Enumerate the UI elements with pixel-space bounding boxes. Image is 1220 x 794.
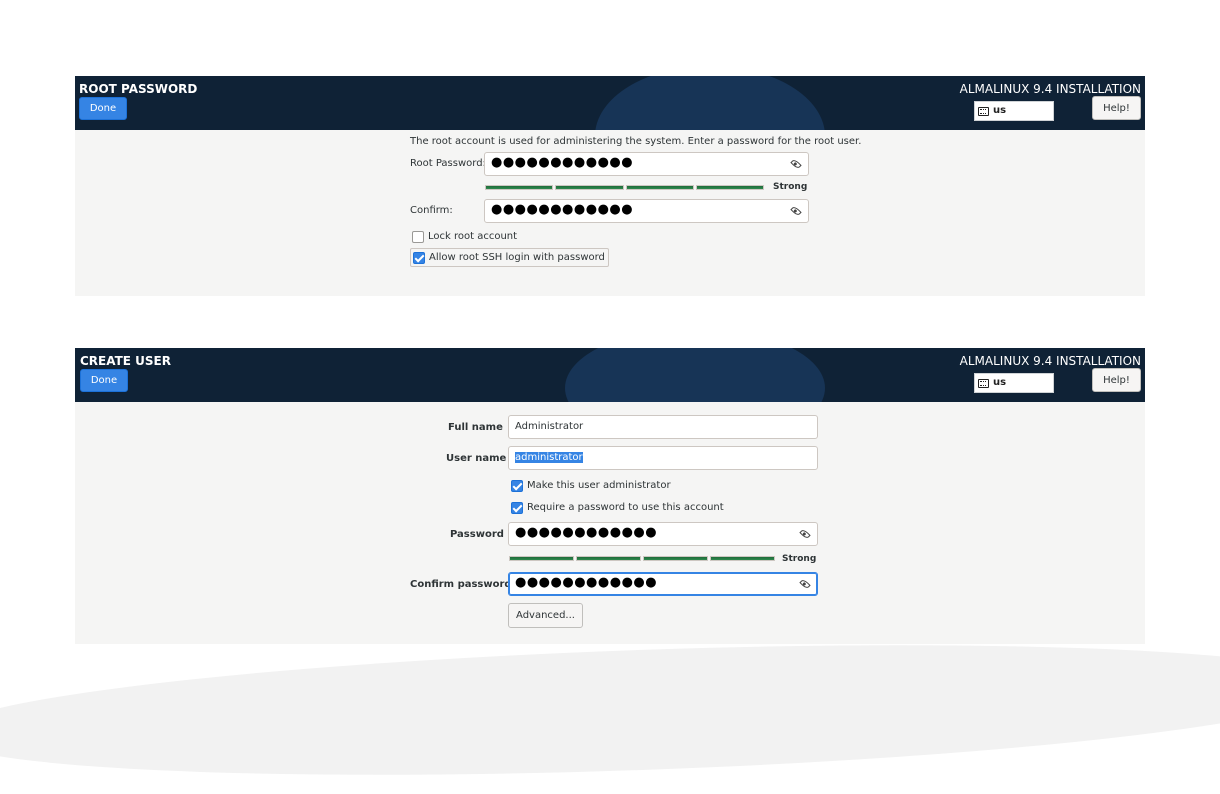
password-value: ●●●●●●●●●●●●: [515, 525, 658, 540]
done-button[interactable]: Done: [80, 369, 128, 392]
root-password-header: ROOT PASSWORD Done ALMALINUX 9.4 INSTALL…: [75, 76, 1145, 130]
header-decoration: [565, 348, 825, 402]
allow-ssh-checkbox[interactable]: Allow root SSH login with password: [410, 248, 609, 267]
lock-root-checkbox[interactable]: Lock root account: [412, 228, 517, 245]
keyboard-layout-indicator[interactable]: us: [974, 373, 1054, 393]
keyboard-icon: [978, 107, 989, 116]
root-password-label: Root Password:: [410, 158, 486, 169]
installation-title: ALMALINUX 9.4 INSTALLATION: [959, 354, 1141, 368]
require-password-label: Require a password to use this account: [527, 502, 724, 513]
checkbox-checked-icon[interactable]: [511, 501, 523, 514]
root-description: The root account is used for administeri…: [410, 136, 862, 147]
password-strength-label: Strong: [782, 554, 817, 564]
confirm-password-label: Confirm password: [410, 579, 512, 590]
root-password-strength-label: Strong: [773, 182, 808, 192]
checkbox-checked-icon[interactable]: [413, 251, 425, 264]
confirm-password-value: ●●●●●●●●●●●●: [515, 575, 658, 590]
full-name-input[interactable]: Administrator: [508, 415, 818, 439]
full-name-label: Full name: [448, 422, 503, 433]
checkbox-checked-icon[interactable]: [511, 479, 523, 492]
user-name-label: User name: [446, 453, 507, 464]
make-admin-label: Make this user administrator: [527, 480, 671, 491]
create-user-panel: CREATE USER Done ALMALINUX 9.4 INSTALLAT…: [75, 348, 1145, 644]
password-strength-bar: [509, 556, 775, 561]
root-password-input[interactable]: ●●●●●●●●●●●●: [484, 152, 809, 176]
require-password-checkbox[interactable]: Require a password to use this account: [511, 499, 724, 516]
user-name-input[interactable]: administrator: [508, 446, 818, 470]
page-title: ROOT PASSWORD: [79, 82, 198, 96]
checkbox-unchecked-icon[interactable]: [412, 230, 424, 243]
header-decoration: [595, 76, 825, 130]
keyboard-layout-label: us: [993, 105, 1007, 116]
keyboard-layout-indicator[interactable]: us: [974, 101, 1054, 121]
background-decoration: [0, 625, 1220, 794]
confirm-password-input[interactable]: ●●●●●●●●●●●●: [508, 572, 818, 596]
keyboard-layout-label: us: [993, 377, 1007, 388]
root-confirm-label: Confirm:: [410, 205, 453, 216]
eye-icon[interactable]: [799, 578, 811, 590]
make-admin-checkbox[interactable]: Make this user administrator: [511, 477, 671, 494]
eye-icon[interactable]: [799, 528, 811, 540]
root-confirm-input[interactable]: ●●●●●●●●●●●●: [484, 199, 809, 223]
allow-ssh-label: Allow root SSH login with password: [429, 252, 605, 263]
keyboard-icon: [978, 379, 989, 388]
user-name-value: administrator: [515, 452, 583, 463]
help-button[interactable]: Help!: [1092, 96, 1141, 120]
password-input[interactable]: ●●●●●●●●●●●●: [508, 522, 818, 546]
done-button[interactable]: Done: [79, 97, 127, 120]
advanced-button[interactable]: Advanced...: [508, 603, 583, 628]
help-button[interactable]: Help!: [1092, 368, 1141, 392]
installation-title: ALMALINUX 9.4 INSTALLATION: [959, 82, 1141, 96]
full-name-value: Administrator: [515, 421, 584, 432]
lock-root-label: Lock root account: [428, 231, 518, 242]
create-user-header: CREATE USER Done ALMALINUX 9.4 INSTALLAT…: [75, 348, 1145, 402]
eye-icon[interactable]: [790, 158, 802, 170]
root-password-strength-bar: [485, 185, 764, 190]
root-confirm-value: ●●●●●●●●●●●●: [491, 202, 634, 217]
root-password-panel: ROOT PASSWORD Done ALMALINUX 9.4 INSTALL…: [75, 76, 1145, 296]
eye-icon[interactable]: [790, 205, 802, 217]
root-password-value: ●●●●●●●●●●●●: [491, 155, 634, 170]
password-label: Password: [450, 529, 504, 540]
page-title: CREATE USER: [80, 354, 171, 368]
